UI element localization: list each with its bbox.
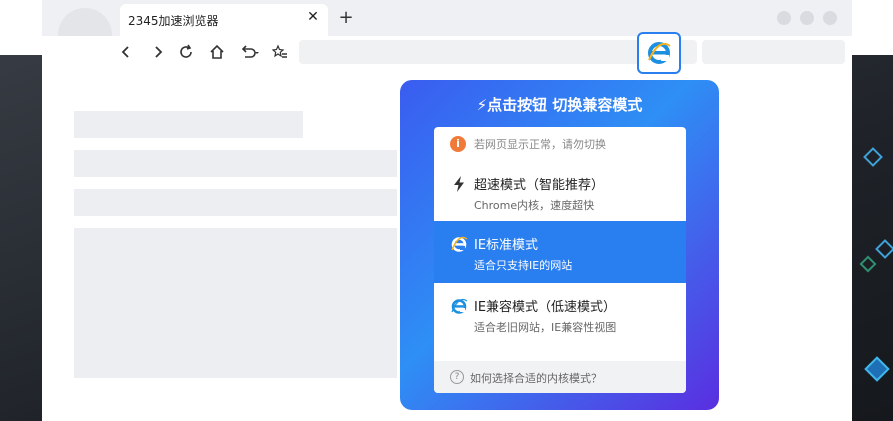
- reload-icon[interactable]: [174, 40, 198, 64]
- mode-option-ie-compat[interactable]: IE兼容模式（低速模式） 适合老旧网站，IE兼容性视图: [434, 283, 686, 345]
- ie-icon: [648, 42, 671, 64]
- undo-icon[interactable]: [238, 40, 262, 64]
- help-link[interactable]: 如何选择合适的内核模式？: [470, 370, 602, 386]
- search-bar[interactable]: [702, 40, 845, 64]
- compat-mode-popup: ⚡点击按钮 切换兼容模式 i 若网页显示正常，请勿切换 超速模式（智能推荐） C…: [400, 80, 719, 410]
- mode-option-ie-standard[interactable]: IE标准模式 适合只支持IE的网站: [434, 221, 686, 283]
- ie-icon: [451, 298, 468, 314]
- content-placeholder: [74, 189, 397, 216]
- mode-option-desc: Chrome内核，速度超快: [474, 199, 595, 212]
- notice-text: 若网页显示正常，请勿切换: [474, 138, 606, 151]
- back-arrow-icon[interactable]: [114, 40, 138, 64]
- star-list-icon[interactable]: [268, 40, 292, 64]
- tab-title: 2345加速浏览器: [128, 14, 219, 28]
- tab-close-icon[interactable]: ✕: [304, 9, 322, 29]
- mode-option-desc: 适合只支持IE的网站: [474, 259, 573, 272]
- home-icon[interactable]: [205, 40, 229, 64]
- mode-option-name: 超速模式（智能推荐）: [474, 178, 605, 193]
- content-placeholder: [74, 111, 303, 138]
- notice-row: i 若网页显示正常，请勿切换: [434, 127, 686, 161]
- mode-option-desc: 适合老旧网站，IE兼容性视图: [474, 321, 617, 334]
- mode-option-name: IE兼容模式（低速模式）: [474, 300, 617, 315]
- mode-option-speed[interactable]: 超速模式（智能推荐） Chrome内核，速度超快: [434, 161, 686, 223]
- window-button[interactable]: [823, 11, 837, 25]
- content-placeholder: [74, 150, 397, 177]
- info-icon: i: [450, 136, 466, 152]
- window-button[interactable]: [777, 11, 791, 25]
- tab-active[interactable]: 2345加速浏览器 ✕: [120, 4, 328, 36]
- compat-mode-button[interactable]: [637, 32, 681, 74]
- tab-bar: 2345加速浏览器 ✕ +: [42, 0, 852, 36]
- window-button[interactable]: [800, 11, 814, 25]
- popup-title: ⚡点击按钮 切换兼容模式: [476, 96, 643, 114]
- mode-option-name: IE标准模式: [474, 238, 539, 253]
- help-icon: ?: [450, 370, 464, 384]
- ie-icon: [451, 236, 468, 252]
- forward-arrow-icon[interactable]: [146, 40, 170, 64]
- toolbar: [42, 32, 852, 74]
- lightning-icon: [454, 176, 464, 192]
- help-row[interactable]: ? 如何选择合适的内核模式？: [434, 361, 686, 393]
- new-tab-button[interactable]: +: [336, 7, 356, 29]
- content-placeholder: [74, 228, 397, 378]
- mode-panel: i 若网页显示正常，请勿切换 超速模式（智能推荐） Chrome内核，速度超快 …: [434, 127, 686, 393]
